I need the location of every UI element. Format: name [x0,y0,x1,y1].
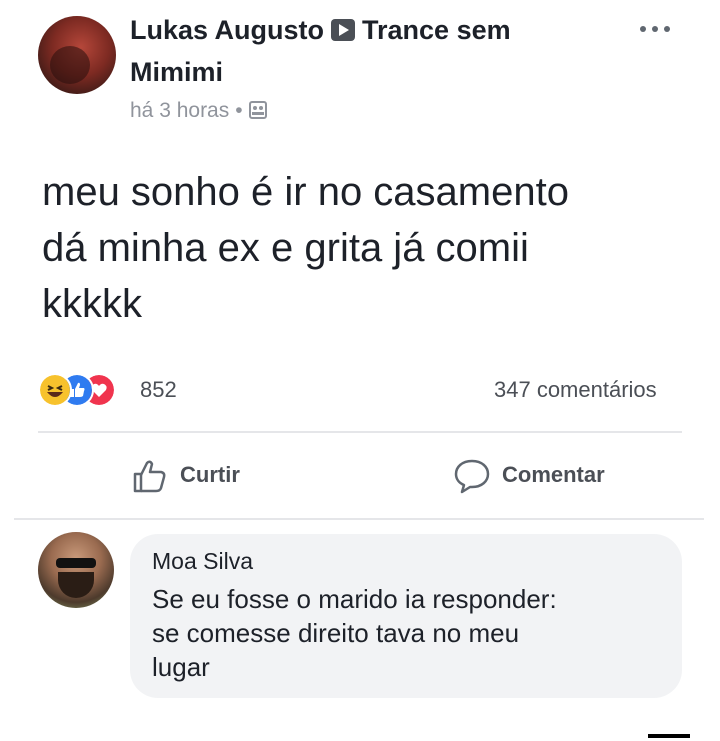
commenter-avatar[interactable] [38,532,114,608]
group-name[interactable]: Trance sem [362,15,511,45]
comment-text-line: Se eu fosse o marido ia responder: [152,584,557,614]
home-indicator [648,734,690,738]
play-arrow-icon [331,19,356,41]
thumbs-up-icon [133,460,166,493]
meta-separator: • [235,99,243,122]
avatar-beard [58,572,94,598]
author-avatar[interactable] [38,16,116,94]
post-text-line: meu sonho é ir no casamento [42,170,569,214]
comment-text-line: se comesse direito tava no meu [152,618,520,648]
divider [38,431,682,433]
post-header-title: Lukas Augusto Trance sem [130,14,511,47]
comment-label: Comentar [502,462,605,487]
reaction-count[interactable]: 852 [140,377,177,403]
author-name[interactable]: Lukas Augusto [130,15,324,45]
comment-text: Se eu fosse o marido ia responder: se co… [152,582,672,684]
post-text-line: kkkkk [42,282,142,326]
like-button[interactable]: Curtir [130,456,270,496]
more-options-icon[interactable] [636,22,674,36]
commenter-name[interactable]: Moa Silva [152,548,253,575]
comment-bubble-icon [454,459,490,494]
divider [14,518,704,520]
reaction-icons[interactable] [38,373,116,407]
post-meta: há 3 horas • [130,98,267,124]
group-audience-icon [248,101,267,119]
group-name-line2[interactable]: Mimimi [130,56,223,89]
post-time[interactable]: há 3 horas [130,99,229,122]
haha-icon [38,373,72,407]
avatar-shade [50,46,90,84]
post-text: meu sonho é ir no casamento dá minha ex … [42,164,682,332]
comment-text-line: lugar [152,652,210,682]
comment-button[interactable]: Comentar [452,456,632,496]
comments-count[interactable]: 347 comentários [494,377,657,403]
post-text-line: dá minha ex e grita já comii [42,226,529,270]
avatar-glasses [56,558,96,568]
like-label: Curtir [180,462,240,487]
